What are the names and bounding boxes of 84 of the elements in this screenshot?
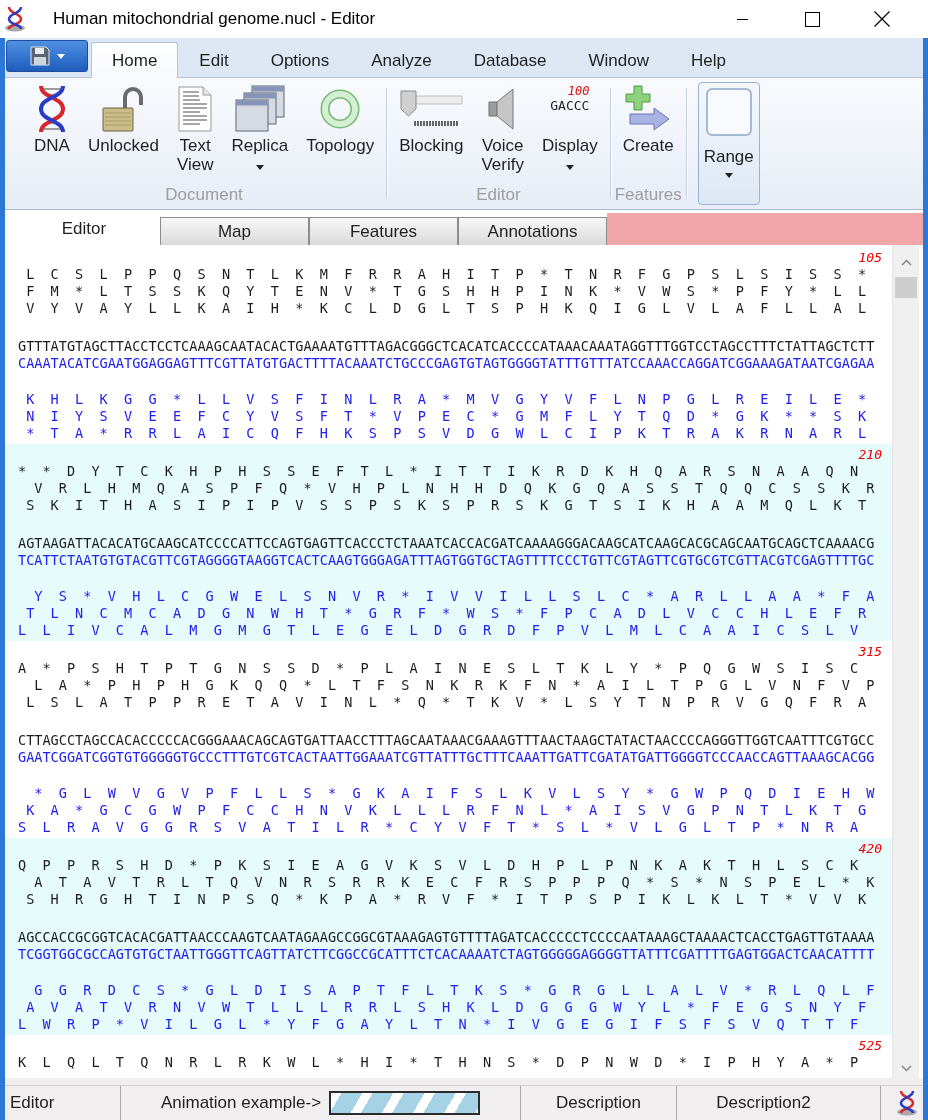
document-tab[interactable]: Annotations: [458, 217, 607, 245]
translation-line: S L R A V G G R S V A T I L R * C Y V F T * S L * V L G L T P * N R A: [18, 819, 859, 836]
status-text: Animation example->: [160, 1093, 322, 1113]
translation-line: L S L A T P P R E T A V I N L * Q * T K V * L S Y T N P R V G Q F R A: [25, 694, 867, 711]
sequence-sample: GACCC: [550, 98, 590, 113]
translation-line: K L Q L T Q N R L R K W L * H I * T H N S * D P N W D * I P H Y A * P: [18, 1054, 859, 1071]
slider-icon: [399, 90, 464, 128]
dna-sequence-line: GTTTATGTAGCTTACCTCCTCAAAGCAATACACTGAAAATGTTTAGACGGGCTCACATCACCCCATAAACAAATAGGTTTGGTCCTAGCCTTTCTATTAGCTCTT: [18, 338, 875, 355]
ribbon-button[interactable]: Blocking: [390, 82, 473, 155]
translation-line: T L N C M C A D G N W H T * G R F * W S * F P C A D L V C C H L E F R: [25, 605, 867, 622]
chevron-up-icon: [900, 258, 912, 266]
translation-line: F M * L T S S K Q Y T E N V * T G S H H P I N K * V W S * P F Y * L L: [25, 283, 867, 300]
maximize-icon: [804, 11, 820, 27]
plus-arrow-icon: [625, 85, 672, 133]
ribbon-button[interactable]: Create: [613, 82, 683, 155]
window-title: Human mitochondrial genome.nucl - Editor: [53, 9, 376, 29]
range-button[interactable]: Range: [697, 82, 760, 205]
complement-sequence-line: TCATTCTAATGTGTACGTTCGTAGGGGTAAGGTCACTCAAGTGGGAGATTTAGTGGTGCTAGTTTTCCCTGTTCGTAGTTCGTGCGTCGTTACGTCGAGTTTTGC: [18, 552, 875, 569]
group-label: Editor: [476, 185, 521, 205]
position-number: 105: [858, 249, 882, 266]
ribbon-button[interactable]: Text View: [167, 82, 223, 174]
translation-line: V Y V A Y L L K A I H * K C L D G L T S P H K Q I G L V L A F L L A L: [25, 300, 867, 317]
ribbon-button[interactable]: DNA: [25, 82, 79, 155]
ribbon-tab[interactable]: Edit: [178, 42, 250, 78]
translation-line: S H R G H T I N P S Q * K P A * R V F * I T P S P I K L K L T * V V K: [25, 891, 867, 908]
translation-line: A * P S H T P T G N S S D * P L A I N E S L T K L Y * P Q G W S I S C: [18, 660, 859, 677]
close-icon: [874, 11, 890, 27]
dna-sequence-line: AGCCACCGCGGTCACACGATTAACCCAAGTCAATAGAAGCCGGCGTAAAGAGTGTTTTAGATCACCCCCTCCCCAATAAAGCTAAAACTCACCTGAGTTGTAAAA: [18, 929, 875, 946]
ruler-number: 100: [567, 85, 590, 98]
translation-line: L L I V C A L M G M G T L E G E L D G R D F P V L M L C A A I C S L V: [18, 622, 859, 639]
status-text: Editor: [10, 1093, 55, 1113]
translation-line: S K I T H A S I P I P V S S P S K S P R S K G T S I K H A A M Q L K T: [25, 497, 867, 514]
complement-sequence-line: CAAATACATCGAATGGAGGAGTTTCGTTATGTGACTTTTACAAATCTGCCCGAGTGTAGTGGGGTATTTGTTTATCCAAACCAGGATCGGAAAGATAATCGAGAA: [18, 355, 875, 372]
translation-line: * * D Y T C K H P H S S E F T L * I T T I K R D K H Q A R S N A A Q N: [18, 463, 859, 480]
translation-line: V R L H M Q A S P F Q * V H P L N H H D Q K G Q A S S T Q Q C S S K R: [33, 480, 875, 497]
ribbon-tab[interactable]: Home: [91, 42, 179, 78]
document-icon: [178, 86, 213, 132]
stacked-windows-icon: [234, 85, 285, 133]
status-text: Description: [555, 1093, 641, 1113]
dna-sequence-line: AGTAAGATTACACATGCAAGCATCCCCATTCCAGTGAGTTCACCCTCTAAATCACCACGATCAAAAGGGACAAGCATCAAGCACGCAGCAATGCAGCTCAAAACG: [18, 535, 875, 552]
complement-sequence-line: TCGGTGGCGCCAGTGTGCTAATTGGGTTCAGTTATCTTCGGCCGCATTTCTCACAAAATCTAGTGGGGGAGGGGTTATTTCGATTTTGAGTGGACTCAACATTTT: [18, 946, 875, 963]
ribbon-tab[interactable]: Help: [670, 42, 747, 78]
scrollbar-thumb[interactable]: [895, 277, 917, 298]
status-text: Description2: [716, 1093, 811, 1113]
app-menu-button[interactable]: [6, 40, 88, 72]
ribbon-button[interactable]: Topology: [297, 82, 384, 155]
ribbon-tab[interactable]: Window: [567, 42, 670, 78]
dna-sequence-line: CTTAGCCTAGCCACACCCCCACGGGAAACAGCAGTGATTAACCTTTAGCAATAAACGAAAGTTTAACTAAGCTATACTAACCCCAGGGTTGGTCAATTTCGTGCC: [18, 732, 875, 749]
group-label: Document: [165, 185, 243, 205]
caret-icon: [56, 53, 65, 59]
dna-helix-icon: [896, 1090, 918, 1116]
translation-line: K A * G C G W P F C C H N V K L L L R F N L * A I S V G P N T L K T G: [25, 802, 867, 819]
translation-line: A V A T V R N V W T L L L R R L S H K L D G G G W Y L * F E G S N Y F: [25, 999, 867, 1016]
ring-icon: [320, 89, 361, 129]
ribbon-button[interactable]: 100 GACCC Display: [532, 82, 607, 170]
minimize-icon: [736, 18, 748, 20]
translation-line: Y S * V H L C G W E L S N V R * I V V I L L S L C * A R L L A A * F A: [33, 588, 875, 605]
translation-line: L W R P * V I L G L * Y F G A Y L T N * I V G E G I F S F S V Q T T F: [18, 1016, 859, 1033]
group-label: Features: [614, 185, 682, 205]
position-number: 210: [858, 446, 882, 463]
ribbon-button[interactable]: Unlocked: [79, 82, 168, 155]
translation-line: * T A * R R L A I C Q F H K S P S V D G W L C I P K T R A K R N A R L: [25, 425, 867, 442]
translation-line: L C S L P P Q S N T L K M F R R A H I T P * T N R F G P S L S I S S *: [25, 266, 867, 283]
translation-line: K H L K G G * L L V S F I N L R A * M V G Y V F L N P G L R E I L E *: [25, 391, 867, 408]
document-tab[interactable]: Features: [309, 217, 458, 245]
dna-helix-icon: [4, 6, 26, 32]
empty-square-icon: [705, 88, 752, 136]
position-number: 525: [858, 1037, 882, 1054]
translation-line: G G R D C S * G L D I S A P T F L T K S * G R G L L A L V * R L Q L F: [33, 982, 875, 999]
complement-sequence-line: GAATCGGATCGGTGTGGGGGTGCCCTTTGTCGTCACTAATTGGAAATCGTTATTTGCTTTCAAATTGATTCGATATGATTGGGGTCCCAACCAGTTAAAGCACGG: [18, 749, 875, 766]
ribbon-button[interactable]: Replica: [222, 82, 298, 170]
translation-line: L A * P H P H G K Q Q * L T F S N K R K F N * A I L T P G L V N F V P: [33, 677, 875, 694]
ribbon-tab[interactable]: Database: [452, 42, 568, 78]
chevron-down-icon: [900, 1064, 912, 1072]
translation-line: A T A V T R L T Q V N R S R R K E C F R S P P P Q * S * N S P E L * K: [33, 874, 875, 891]
document-tab[interactable]: Map: [160, 217, 309, 245]
ribbon-tab[interactable]: Options: [249, 42, 351, 78]
position-number: 420: [858, 840, 882, 857]
translation-line: N I Y S V E E F C Y V S F T * V P E C * G M F L Y T Q D * G K * * S K: [25, 408, 867, 425]
translation-line: Q P P R S H D * P K S I E A G V K S V L D H P L P N K A K T H L S C K: [18, 857, 859, 874]
translation-line: * G L W V G V P F L L S * G K A I F S L K V L S Y * G W P Q D I E H W: [33, 785, 875, 802]
position-number: 315: [858, 643, 882, 660]
ribbon-tab[interactable]: Analyze: [350, 42, 453, 78]
ribbon-button[interactable]: Voice Verify: [472, 82, 533, 174]
